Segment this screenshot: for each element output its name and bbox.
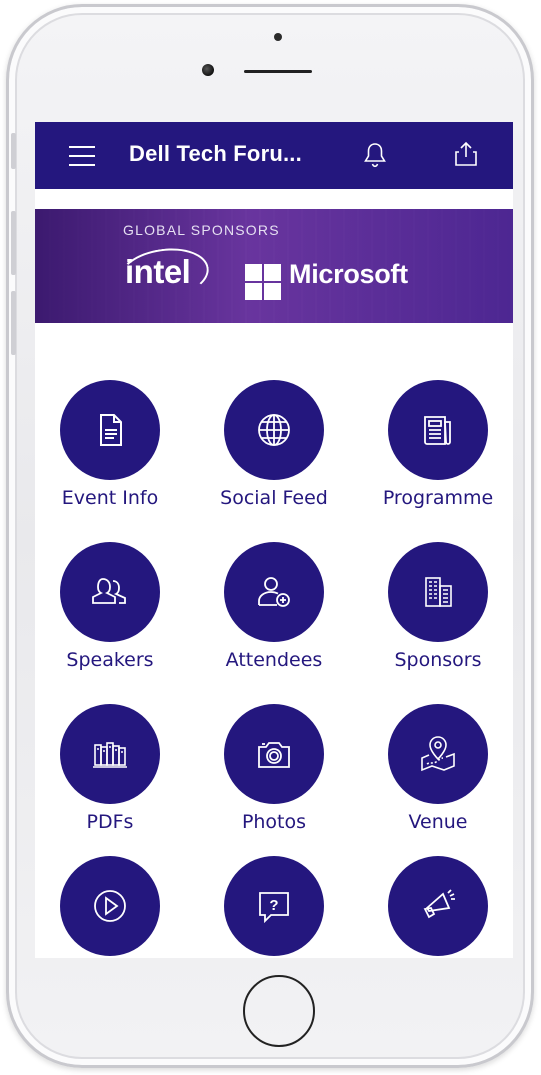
- tile-speakers[interactable]: Speakers: [35, 542, 190, 682]
- sponsor-banner[interactable]: GLOBAL SPONSORS intel Microsoft: [35, 209, 513, 323]
- tile-photos[interactable]: Photos: [194, 704, 354, 844]
- globe-icon: [224, 380, 324, 480]
- tile-label: Photos: [241, 811, 307, 833]
- camera-icon: [224, 704, 324, 804]
- app-screen: Dell Tech Foru... GLOBAL SPONSORS intel …: [35, 122, 513, 958]
- tile-label: Social Feed: [220, 487, 328, 509]
- microsoft-logo-text: Microsoft: [289, 259, 408, 289]
- front-camera: [202, 64, 214, 76]
- newspaper-icon: [388, 380, 488, 480]
- books-icon: [60, 704, 160, 804]
- microsoft-logo-icon: [245, 264, 281, 300]
- tile-announcements[interactable]: [358, 856, 513, 958]
- map-pin-icon: [388, 704, 488, 804]
- tile-label: Sponsors: [394, 649, 482, 671]
- banner-label: GLOBAL SPONSORS: [123, 222, 280, 238]
- tile-label: Attendees: [225, 649, 323, 671]
- proximity-sensor: [274, 33, 282, 41]
- intel-logo: intel: [125, 253, 191, 290]
- tile-event-info[interactable]: Event Info: [35, 380, 190, 520]
- bell-icon[interactable]: [363, 141, 387, 169]
- share-icon[interactable]: [453, 140, 479, 168]
- mute-switch: [11, 133, 16, 169]
- tile-label: Event Info: [61, 487, 159, 509]
- volume-up-button: [11, 211, 16, 275]
- tile-venue[interactable]: Venue: [358, 704, 513, 844]
- tile-social-feed[interactable]: Social Feed: [194, 380, 354, 520]
- svg-text:?: ?: [269, 897, 278, 914]
- tile-programme[interactable]: Programme: [358, 380, 513, 520]
- document-icon: [60, 380, 160, 480]
- app-title: Dell Tech Foru...: [129, 141, 302, 166]
- tile-label: Venue: [408, 811, 468, 833]
- home-button[interactable]: [243, 975, 315, 1047]
- tile-video[interactable]: [35, 856, 190, 958]
- top-app-bar: Dell Tech Foru...: [35, 122, 513, 189]
- megaphone-icon: [388, 856, 488, 956]
- tile-label: Speakers: [66, 649, 154, 671]
- earpiece-speaker: [244, 70, 312, 73]
- people-icon: [60, 542, 160, 642]
- question-chat-icon: ?: [224, 856, 324, 956]
- play-icon: [60, 856, 160, 956]
- building-icon: [388, 542, 488, 642]
- tile-pdfs[interactable]: PDFs: [35, 704, 190, 844]
- volume-down-button: [11, 291, 16, 355]
- tile-questions[interactable]: ?: [194, 856, 354, 958]
- hamburger-menu-icon[interactable]: [69, 146, 95, 166]
- tile-label: PDFs: [86, 811, 134, 833]
- add-user-icon: [224, 542, 324, 642]
- tile-attendees[interactable]: Attendees: [194, 542, 354, 682]
- tile-sponsors[interactable]: Sponsors: [358, 542, 513, 682]
- tile-label: Programme: [382, 487, 494, 509]
